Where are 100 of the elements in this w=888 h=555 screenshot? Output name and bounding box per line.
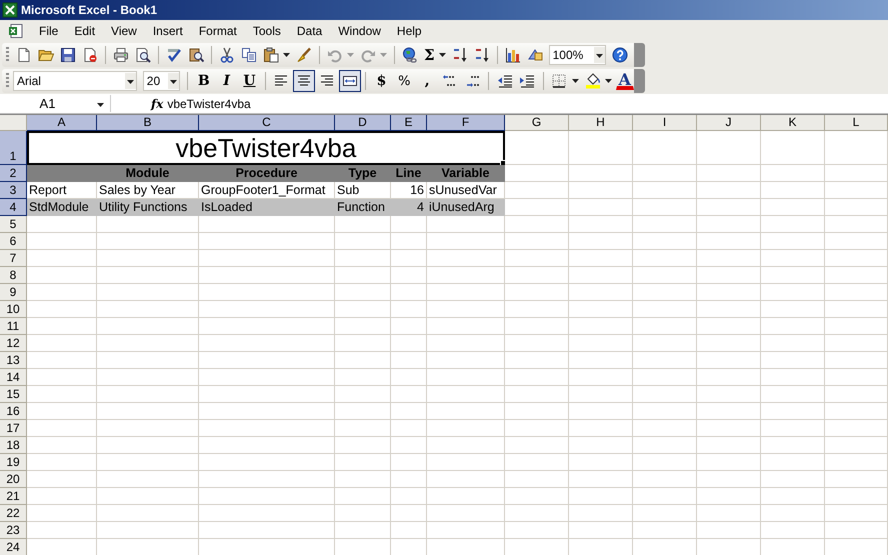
column-header[interactable]: A [27,115,97,131]
column-header[interactable]: D [335,115,391,131]
column-header[interactable]: J [697,115,761,131]
row-header[interactable]: 12 [0,335,27,352]
row-header[interactable]: 17 [0,420,27,437]
caret-icon[interactable] [438,53,446,57]
column-header[interactable]: G [505,115,569,131]
copy-icon[interactable] [241,47,257,63]
italic-button[interactable]: I [216,70,238,92]
row-header[interactable]: 5 [0,216,27,233]
column-header[interactable]: I [633,115,697,131]
column-header[interactable]: E [391,115,427,131]
row-header[interactable]: 13 [0,352,27,369]
column-header[interactable]: H [569,115,633,131]
help-icon[interactable] [612,47,628,63]
currency-button[interactable]: $ [370,70,392,92]
table-cell [391,267,427,284]
row-header[interactable]: 1 [0,131,27,165]
table-cell [27,454,97,471]
row-header[interactable]: 4 [0,199,27,216]
globe-link-icon[interactable] [402,47,418,63]
table-cell [335,335,391,352]
bar-chart-icon[interactable] [504,47,521,63]
row-header[interactable]: 20 [0,471,27,488]
menu-item[interactable]: View [103,24,145,38]
table-cell [697,454,761,471]
bold-button[interactable]: B [192,70,215,92]
row-header[interactable]: 11 [0,318,27,335]
menu-item[interactable]: Tools [244,24,289,38]
font-field[interactable]: Arial [12,71,137,91]
column-header[interactable]: L [825,115,888,131]
name-box[interactable]: A1 [0,95,111,112]
row-header[interactable]: 18 [0,437,27,454]
row-header[interactable]: 21 [0,488,27,505]
shapes-icon[interactable] [526,47,543,63]
comma-button[interactable]: , [416,70,438,92]
menu-item[interactable]: Edit [66,24,104,38]
percent-button[interactable]: % [393,70,416,92]
merge-button[interactable] [338,70,361,92]
caret-icon[interactable] [594,47,605,63]
row-header[interactable]: 9 [0,284,27,301]
brush-icon[interactable] [296,47,312,63]
new-document-icon[interactable] [16,47,32,63]
column-header[interactable]: C [199,115,335,131]
document-icon[interactable] [8,23,24,39]
row-header[interactable]: 7 [0,250,27,267]
formula-field[interactable]: vbeTwister4vba [167,96,251,110]
toolbar-grip[interactable] [6,73,9,89]
table-cell [569,488,633,505]
table-cell [505,216,569,233]
row-header[interactable]: 24 [0,539,27,555]
caret-icon[interactable] [124,73,136,89]
save-icon[interactable] [60,47,76,63]
font-size-field[interactable]: 20 [142,71,180,91]
insert-function-button[interactable]: fx [151,96,164,110]
row-header[interactable]: 6 [0,233,27,250]
table-cell: Type [335,165,391,182]
menu-item[interactable]: Format [190,24,245,38]
table-cell [391,386,427,403]
caret-icon[interactable] [572,79,578,83]
table-cell [505,131,569,165]
autosum-button[interactable]: Σ [421,46,438,64]
table-cell [697,403,761,420]
zoom-field[interactable]: 100% [548,45,606,65]
column-header[interactable]: F [427,115,505,131]
row-header[interactable]: 22 [0,505,27,522]
underline-button[interactable]: U [238,70,260,92]
research-book-icon[interactable] [188,47,204,63]
row-header[interactable]: 8 [0,267,27,284]
scissors-icon[interactable] [219,47,235,63]
caret-icon[interactable] [168,73,180,89]
clipboard-icon[interactable] [263,47,279,63]
row-header[interactable]: 3 [0,182,27,199]
print-icon[interactable] [113,47,129,63]
caret-icon[interactable] [605,79,612,83]
table-cell [697,216,761,233]
row-header[interactable]: 14 [0,369,27,386]
menu-item[interactable]: Window [330,24,389,38]
column-header[interactable]: B [97,115,199,131]
row-header[interactable]: 16 [0,403,27,420]
menu-item[interactable]: Insert [144,24,191,38]
toolbar-grip[interactable] [6,47,9,63]
row-header[interactable]: 15 [0,386,27,403]
caret-icon[interactable] [283,53,290,57]
menu-item[interactable]: Help [388,24,430,38]
align-center-button[interactable] [293,70,315,92]
table-cell [505,420,569,437]
sort-ascending-icon[interactable] [452,47,468,63]
print-preview-icon[interactable] [135,47,151,63]
sort-descending-icon[interactable] [474,47,490,63]
row-header[interactable]: 2 [0,165,27,182]
table-cell [569,505,633,522]
row-header[interactable]: 19 [0,454,27,471]
column-header[interactable]: K [761,115,825,131]
menu-item[interactable]: File [31,24,66,38]
row-header[interactable]: 10 [0,301,27,318]
open-folder-icon[interactable] [38,47,54,63]
row-header[interactable]: 23 [0,522,27,539]
spelling-check-icon[interactable] [166,47,182,63]
menu-item[interactable]: Data [288,24,330,38]
